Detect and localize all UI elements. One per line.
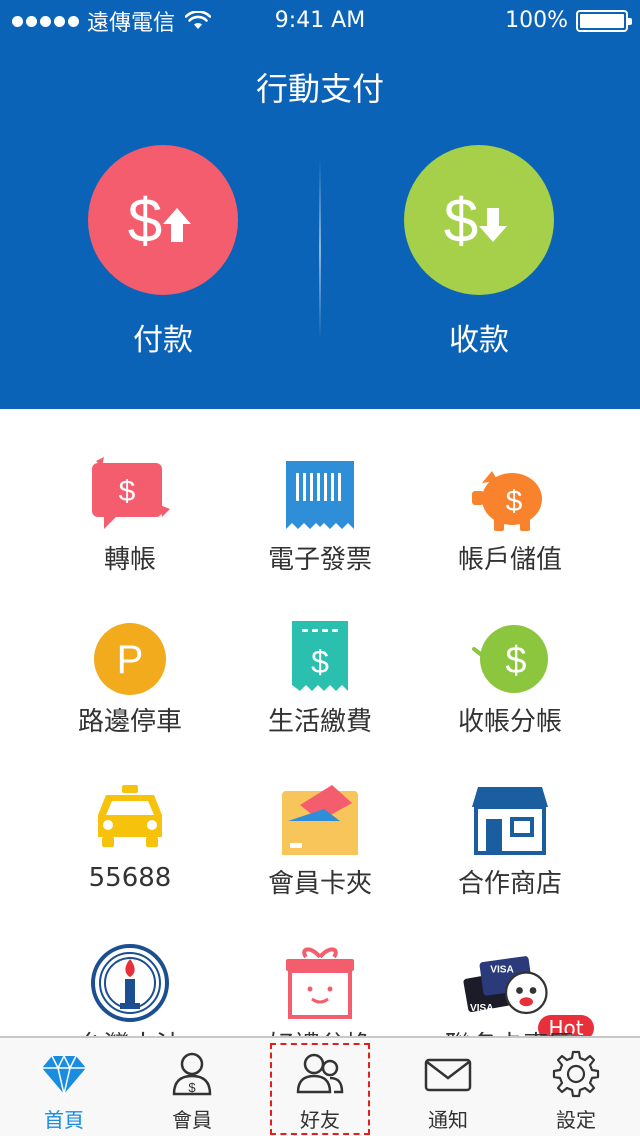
torch-logo-icon xyxy=(91,944,169,1022)
feature-grid: $ 轉帳 電子發票 $ 帳戶儲值 P 路邊停車 $ 生活繳費 $ 收帳分帳 55… xyxy=(0,409,640,1036)
svg-text:$: $ xyxy=(506,485,523,518)
grid-item-split-bill[interactable]: $ 收帳分帳 xyxy=(410,571,610,737)
dollar-up-icon: $ xyxy=(128,187,191,256)
e-invoice-icon xyxy=(286,461,354,529)
gift-icon xyxy=(286,947,354,1019)
tab-notifications[interactable]: 通知 xyxy=(384,1038,512,1136)
dollar-down-icon: $ xyxy=(444,187,507,256)
taxi-icon xyxy=(98,785,162,847)
tab-bar: 首頁 $ 會員 好友 通知 設定 xyxy=(0,1036,640,1136)
tab-label: 首頁 xyxy=(44,1108,84,1132)
svg-text:$: $ xyxy=(311,644,329,680)
svg-text:$: $ xyxy=(444,187,478,256)
receive-button[interactable]: $ xyxy=(404,145,554,295)
card-wallet-icon xyxy=(282,785,358,855)
svg-text:$: $ xyxy=(505,640,526,682)
grid-item-bill-payment[interactable]: $ 生活繳費 xyxy=(220,571,420,737)
tab-settings[interactable]: 設定 xyxy=(512,1038,640,1136)
grid-item-e-invoice[interactable]: 電子發票 xyxy=(220,409,420,575)
grid-item-card-wallet[interactable]: 會員卡夾 xyxy=(220,733,420,899)
parking-icon: P xyxy=(94,623,166,695)
store-icon xyxy=(472,787,548,855)
visa-cards-icon: VISA VISA xyxy=(463,956,548,1015)
tab-label: 通知 xyxy=(428,1108,468,1132)
svg-text:VISA: VISA xyxy=(470,1003,494,1014)
tab-member[interactable]: $ 會員 xyxy=(128,1038,256,1136)
piggy-bank-icon: $ xyxy=(472,471,542,531)
diamond-icon xyxy=(42,1054,86,1095)
receive-label[interactable]: 收款 xyxy=(404,315,554,359)
mail-icon xyxy=(424,1058,472,1092)
grid-item-gift[interactable]: 好禮兌換 xyxy=(220,895,420,1036)
grid-item-co-brand-cards[interactable]: VISA VISA Hot 聯名卡專區 xyxy=(410,895,610,1036)
grid-item-parking[interactable]: P 路邊停車 xyxy=(30,571,230,737)
tab-label: 設定 xyxy=(556,1108,596,1132)
header: 行動支付 $ 付款 $ 收款 xyxy=(0,40,640,409)
grid-item-label: 台灣大油 xyxy=(30,1025,230,1036)
grid-item-topup[interactable]: $ 帳戶儲值 xyxy=(410,409,610,575)
grid-item-label: 55688 xyxy=(88,863,172,893)
grid-item-transfer[interactable]: $ 轉帳 xyxy=(30,409,230,575)
transfer-icon: $ xyxy=(92,457,170,529)
split-bill-icon: $ xyxy=(472,625,548,693)
friends-tab-highlight xyxy=(270,1043,370,1135)
battery-percent: 100% xyxy=(505,8,568,33)
status-bar: 遠傳電信 9:41 AM 100% xyxy=(0,0,640,40)
grid-item-taxi[interactable]: 55688 xyxy=(30,733,230,895)
header-divider xyxy=(319,160,321,340)
page-title: 行動支付 xyxy=(255,70,384,108)
grid-item-label: 好禮兌換 xyxy=(220,1025,420,1036)
grid-item-cpc[interactable]: 台灣大油 xyxy=(30,895,230,1036)
svg-text:$: $ xyxy=(188,1080,196,1095)
gear-icon xyxy=(552,1050,600,1098)
grid-item-label: 聯名卡專區 xyxy=(410,1025,610,1036)
tab-label: 會員 xyxy=(172,1108,212,1132)
pay-button[interactable]: $ xyxy=(88,145,238,295)
tab-home[interactable]: 首頁 xyxy=(0,1038,128,1136)
status-right: 100% xyxy=(505,8,632,33)
bill-payment-icon: $ xyxy=(292,621,348,691)
svg-text:P: P xyxy=(117,638,144,682)
grid-item-partner-stores[interactable]: 合作商店 xyxy=(410,733,610,899)
member-icon: $ xyxy=(172,1052,212,1096)
svg-text:VISA: VISA xyxy=(490,965,514,976)
battery-icon xyxy=(576,9,632,32)
svg-text:$: $ xyxy=(119,475,136,508)
svg-text:$: $ xyxy=(128,187,162,256)
battery-fill xyxy=(580,13,624,28)
pay-label[interactable]: 付款 xyxy=(88,315,238,359)
